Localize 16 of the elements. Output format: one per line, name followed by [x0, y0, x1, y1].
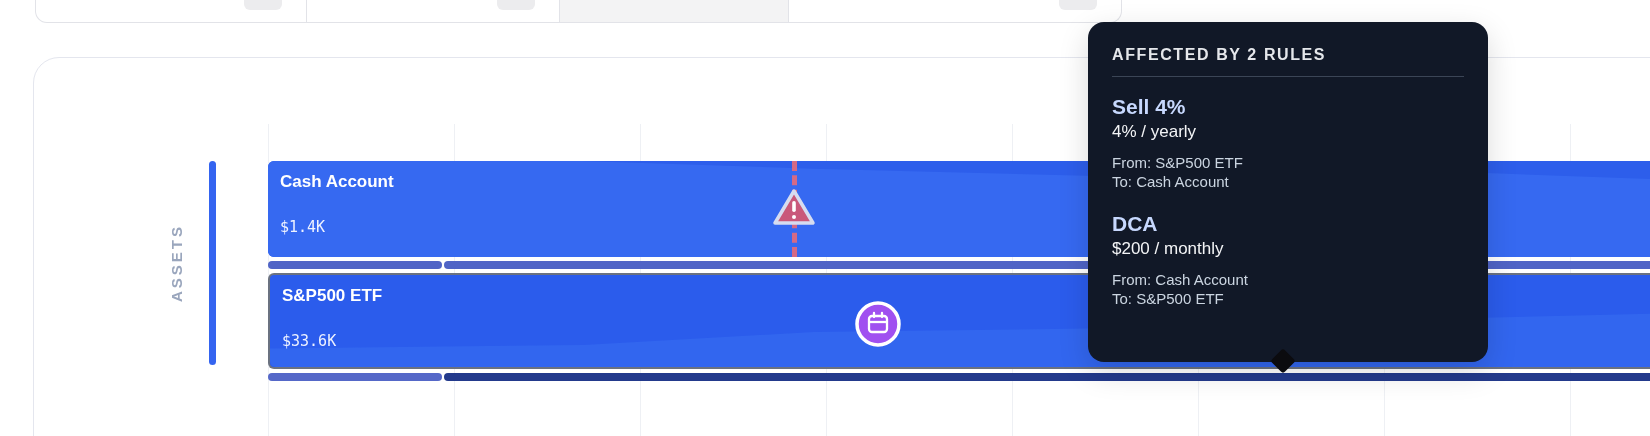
rule-source: From: Cash Account [1112, 271, 1249, 288]
rule-target: To: Cash Account [1112, 173, 1230, 190]
tooltip-title: AFFECTED BY 2 RULES [1112, 46, 1464, 77]
account-value: $1.4K [280, 218, 326, 236]
rule-amount: 4% / yearly [1112, 122, 1198, 142]
rule-name: Sell 4% [1112, 95, 1187, 119]
rule-target: To: S&P500 ETF [1112, 290, 1225, 307]
account-value: $33.6K [282, 332, 337, 350]
calendar-icon[interactable] [855, 301, 901, 347]
account-name: Cash Account [280, 172, 394, 192]
rule-amount: $200 / monthly [1112, 239, 1225, 259]
warning-icon[interactable] [772, 188, 816, 226]
group-label: ASSETS [168, 224, 186, 302]
tab[interactable] [560, 0, 789, 22]
rule-name: DCA [1112, 212, 1159, 236]
account-name: S&P500 ETF [282, 286, 383, 306]
